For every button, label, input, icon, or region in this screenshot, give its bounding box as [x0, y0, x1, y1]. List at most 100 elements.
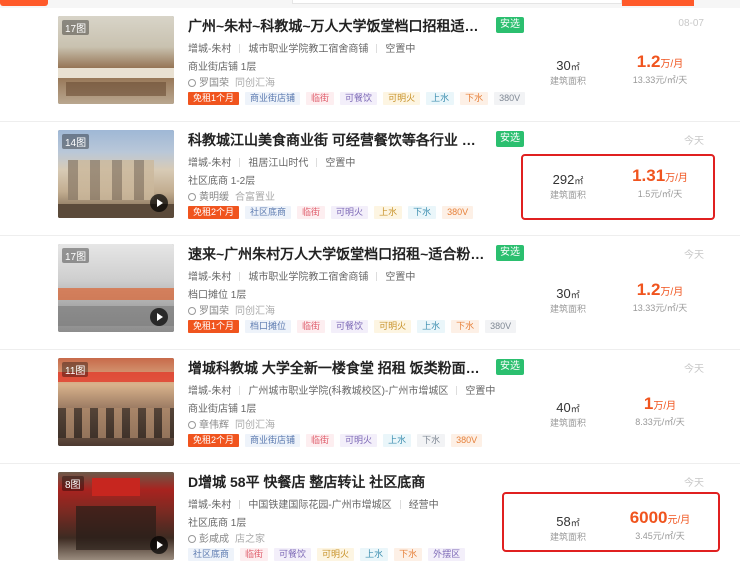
contact-note: 同创汇海	[235, 78, 275, 89]
contact-line: 黄明缓 合富置业	[188, 188, 275, 203]
location[interactable]: 城市职业学院教工宿舍商铺	[248, 44, 368, 55]
listing-photo[interactable]: 14图	[58, 130, 174, 218]
listing-item[interactable]: 11图 增城科教城 大学全新一楼食堂 招租 饭类粉面茶饮业态… 安选 今天 增城…	[0, 350, 740, 464]
listing-date: 今天	[684, 478, 704, 489]
shop-type: 社区底商 1-2层	[188, 176, 256, 187]
play-icon[interactable]	[150, 536, 168, 554]
district[interactable]: 增城-朱村	[188, 158, 231, 169]
play-icon[interactable]	[150, 308, 168, 326]
play-icon[interactable]	[150, 194, 168, 212]
district[interactable]: 增城-朱村	[188, 500, 231, 511]
area-label: 建筑面积	[549, 76, 586, 86]
status: 空置中	[385, 44, 416, 55]
tag: 可明火	[340, 434, 378, 447]
listing-photo[interactable]: 11图	[58, 358, 174, 446]
contact-name: 罗国荣	[199, 306, 229, 317]
select-badge: 安选	[496, 359, 524, 375]
listing-photo[interactable]: 17图	[58, 16, 174, 104]
tag-list: 免租2个月 商业街店铺 临街 可明火 上水 下水 380V	[188, 434, 483, 447]
location[interactable]: 广州城市职业学院(科教城校区)-广州市增城区	[248, 386, 448, 397]
user-icon	[188, 307, 196, 315]
tag-list: 社区底商 临街 可餐饮 可明火 上水 下水 外摆区	[188, 548, 466, 561]
listing-title[interactable]: D增城 58平 快餐店 整店转让 社区底商	[188, 472, 425, 492]
tag: 社区底商	[245, 206, 292, 219]
tag: 可餐饮	[274, 548, 312, 561]
tag-list: 免租2个月 社区底商 临街 可明火 上水 下水 380V	[188, 206, 474, 219]
tag: 380V	[442, 206, 474, 219]
listing-photo[interactable]: 17图	[58, 244, 174, 332]
location[interactable]: 城市职业学院教工宿舍商铺	[248, 272, 368, 283]
tag: 可餐饮	[340, 92, 378, 105]
unit-price: 13.33元/㎡/天	[632, 303, 688, 313]
user-icon	[188, 193, 196, 201]
contact-name: 罗国荣	[199, 78, 229, 89]
tag: 免租2个月	[188, 206, 240, 219]
status: 空置中	[385, 272, 416, 283]
price-block: 1.2万/月 13.33元/㎡/天	[615, 280, 705, 314]
listing-title[interactable]: 科教城江山美食商业街 可经营餐饮等各行业 租金低 停…	[188, 130, 488, 150]
contact-name: 彭咸成	[199, 534, 229, 545]
user-icon	[188, 421, 196, 429]
district[interactable]: 增城-朱村	[188, 386, 231, 397]
tag: 免租1个月	[188, 320, 240, 333]
user-icon	[188, 79, 196, 87]
listing-date: 今天	[684, 250, 704, 261]
location-line: 增城-朱村 祖居江山时代 空置中	[188, 154, 355, 169]
tag: 下水	[417, 434, 446, 447]
location-line: 增城-朱村 中国铁建国际花园-广州市增城区 经营中	[188, 496, 439, 511]
photo-count: 11图	[62, 362, 89, 377]
contact-name: 章伟辉	[199, 420, 229, 431]
contact-name: 黄明缓	[199, 192, 229, 203]
listing-item[interactable]: 14图 科教城江山美食商业街 可经营餐饮等各行业 租金低 停… 安选 今天 增城…	[0, 122, 740, 236]
status: 空置中	[325, 158, 356, 169]
tag: 上水	[360, 548, 389, 561]
tag: 临街	[240, 548, 269, 561]
tag: 商业街店铺	[245, 92, 301, 105]
select-badge: 安选	[496, 245, 524, 261]
listing-photo[interactable]: 8图	[58, 472, 174, 560]
tag: 可餐饮	[331, 320, 369, 333]
unit-price: 8.33元/㎡/天	[635, 417, 685, 427]
tag: 可明火	[317, 548, 355, 561]
listing-item[interactable]: 8图 D增城 58平 快餐店 整店转让 社区底商 今天 增城-朱村 中国铁建国际花…	[0, 464, 740, 573]
shop-type: 社区底商 1层	[188, 518, 247, 529]
district[interactable]: 增城-朱村	[188, 44, 231, 55]
listing-title[interactable]: 广州~朱村~科教城~万人大学饭堂档口招租适合粉面麻…	[188, 16, 488, 36]
tag: 可明火	[331, 206, 369, 219]
top-bar-accent	[0, 0, 48, 6]
tag: 临街	[297, 320, 326, 333]
photo-count: 8图	[62, 476, 84, 491]
location[interactable]: 中国铁建国际花园-广州市增城区	[248, 500, 391, 511]
search-box[interactable]	[292, 0, 622, 4]
tag: 免租2个月	[188, 434, 240, 447]
listing-item[interactable]: 17图 速来~广州朱村万人大学饭堂档口招租~适合粉面小吃特… 安选 今天 增城-…	[0, 236, 740, 350]
status: 空置中	[465, 386, 496, 397]
listing-date: 今天	[684, 364, 704, 375]
listing-title[interactable]: 增城科教城 大学全新一楼食堂 招租 饭类粉面茶饮业态…	[188, 358, 488, 378]
highlight-box	[521, 154, 715, 220]
select-badge: 安选	[496, 131, 524, 147]
tag: 临街	[306, 434, 335, 447]
location-line: 增城-朱村 城市职业学院教工宿舍商铺 空置中	[188, 268, 415, 283]
tag: 外摆区	[428, 548, 466, 561]
select-badge: 安选	[496, 17, 524, 33]
tag: 可明火	[374, 320, 412, 333]
price-value: 1万/月	[643, 394, 677, 413]
district[interactable]: 增城-朱村	[188, 272, 231, 283]
listing-date: 08-07	[678, 18, 704, 29]
listing-item[interactable]: 17图 广州~朱村~科教城~万人大学饭堂档口招租适合粉面麻… 安选 08-07 …	[0, 8, 740, 122]
photo-count: 17图	[62, 20, 90, 35]
listing-title[interactable]: 速来~广州朱村万人大学饭堂档口招租~适合粉面小吃特…	[188, 244, 488, 264]
tag: 可明火	[383, 92, 421, 105]
tag: 商业街店铺	[245, 434, 301, 447]
contact-note: 店之家	[235, 534, 265, 545]
tag-list: 免租1个月 商业街店铺 临街 可餐饮 可明火 上水 下水 380V	[188, 92, 526, 105]
tag: 380V	[451, 434, 483, 447]
price-value: 1.2万/月	[636, 280, 684, 299]
area-value: 40㎡	[556, 400, 580, 415]
unit-price: 13.33元/㎡/天	[632, 75, 688, 85]
location[interactable]: 祖居江山时代	[248, 158, 308, 169]
search-button[interactable]	[622, 0, 694, 6]
photo-count: 17图	[62, 248, 90, 263]
shop-type: 商业街店铺 1层	[188, 404, 257, 415]
